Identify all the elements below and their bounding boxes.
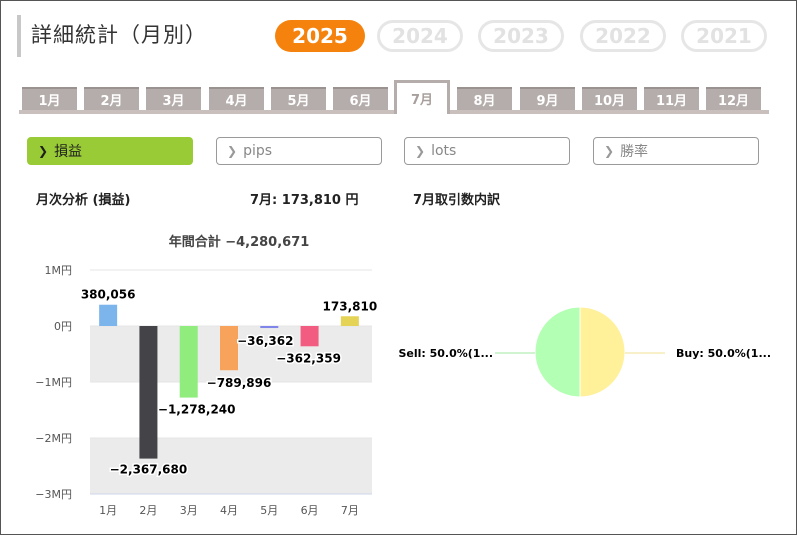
trade-breakdown-pie-chart: Sell: 50.0%(1... Buy: 50.0%(1... [398, 306, 771, 398]
pie-slice-1[interactable] [579, 306, 626, 398]
pie-slice-label: Buy: 50.0%(1... [676, 347, 771, 360]
pie-slice-0[interactable] [534, 306, 581, 398]
pie-slice-label: Sell: 50.0%(1... [398, 347, 493, 360]
